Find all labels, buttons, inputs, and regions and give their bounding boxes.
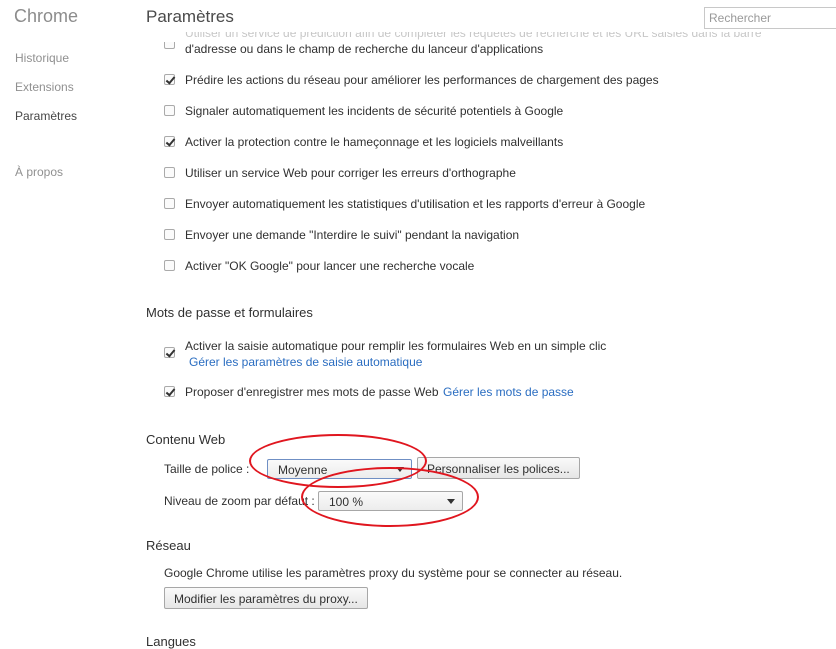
languages-section-heading: Langues: [146, 634, 196, 649]
usage-stats-checkbox[interactable]: [164, 198, 175, 209]
report-security-label: Signaler automatiquement les incidents d…: [185, 104, 564, 118]
chevron-down-icon: [396, 467, 404, 472]
page-title: Paramètres: [146, 7, 234, 26]
zoom-level-select[interactable]: 100 %: [318, 491, 463, 511]
report-security-checkbox[interactable]: [164, 105, 175, 116]
prediction-service-label-line2: d'adresse ou dans le champ de recherche …: [185, 42, 544, 56]
spellcheck-service-label: Utiliser un service Web pour corriger le…: [185, 166, 516, 180]
search-input[interactable]: [704, 7, 836, 29]
do-not-track-label: Envoyer une demande "Interdire le suivi"…: [185, 228, 520, 242]
predict-network-label: Prédire les actions du réseau pour améli…: [185, 73, 659, 87]
prediction-service-checkbox[interactable]: [164, 42, 175, 49]
autofill-checkbox[interactable]: [164, 347, 175, 358]
phishing-protection-label: Activer la protection contre le hameçonn…: [185, 135, 564, 149]
usage-stats-label: Envoyer automatiquement les statistiques…: [185, 197, 646, 211]
chevron-down-icon: [447, 499, 455, 504]
passwords-section-heading: Mots de passe et formulaires: [146, 305, 313, 320]
customize-fonts-button[interactable]: Personnaliser les polices...: [417, 457, 580, 479]
autofill-label: Activer la saisie automatique pour rempl…: [185, 339, 607, 353]
phishing-protection-checkbox[interactable]: [164, 136, 175, 147]
font-size-select[interactable]: Moyenne: [267, 459, 412, 479]
spellcheck-service-checkbox[interactable]: [164, 167, 175, 178]
do-not-track-checkbox[interactable]: [164, 229, 175, 240]
proxy-settings-button[interactable]: Modifier les paramètres du proxy...: [164, 587, 368, 609]
save-passwords-checkbox[interactable]: [164, 386, 175, 397]
save-passwords-label: Proposer d'enregistrer mes mots de passe…: [185, 385, 439, 399]
zoom-level-label: Niveau de zoom par défaut :: [164, 494, 315, 508]
font-size-value: Moyenne: [278, 463, 328, 477]
ok-google-checkbox[interactable]: [164, 260, 175, 271]
proxy-description: Google Chrome utilise les paramètres pro…: [164, 566, 623, 580]
font-size-label: Taille de police :: [164, 462, 250, 476]
settings-content: Utiliser un service de prédiction afin d…: [0, 0, 836, 649]
web-content-section-heading: Contenu Web: [146, 432, 226, 447]
manage-passwords-link[interactable]: Gérer les mots de passe: [443, 385, 574, 399]
ok-google-label: Activer "OK Google" pour lancer une rech…: [185, 259, 475, 273]
network-section-heading: Réseau: [146, 538, 191, 553]
manage-autofill-link[interactable]: Gérer les paramètres de saisie automatiq…: [189, 355, 422, 369]
predict-network-checkbox[interactable]: [164, 74, 175, 85]
zoom-level-value: 100 %: [329, 495, 364, 509]
